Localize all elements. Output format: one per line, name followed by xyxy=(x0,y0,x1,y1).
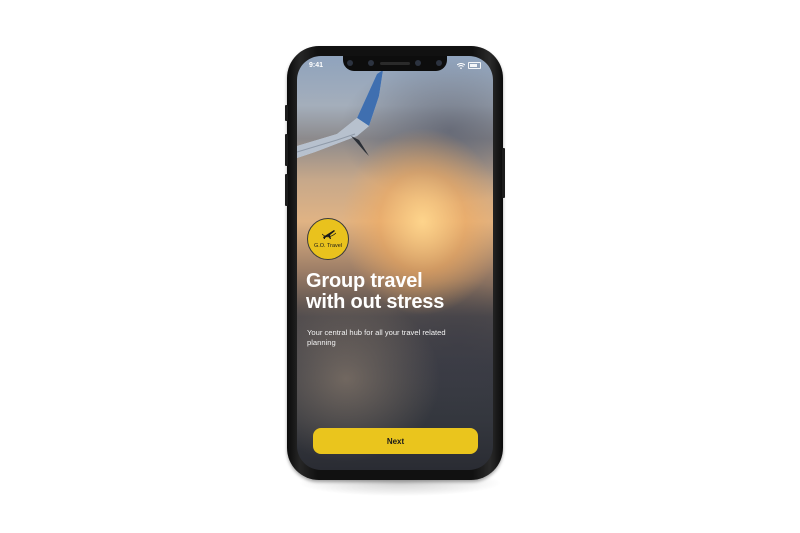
light-sensor xyxy=(368,60,374,66)
proximity-sensor xyxy=(347,60,353,66)
front-camera xyxy=(436,60,442,66)
app-screen: 9:41 G.O. Travel Group travel with out s… xyxy=(297,56,493,470)
onboarding-subtitle: Your central hub for all your travel rel… xyxy=(307,328,446,347)
status-time: 9:41 xyxy=(309,62,324,69)
airplane-icon xyxy=(322,230,336,239)
brand-logo: G.O. Travel xyxy=(307,218,349,260)
volume-up-button xyxy=(285,134,288,166)
headline-line-2: with out stress xyxy=(306,291,445,313)
flood-illuminator xyxy=(415,60,421,66)
volume-down-button xyxy=(285,174,288,206)
mockup-stage: 9:41 G.O. Travel Group travel with out s… xyxy=(0,0,800,533)
headline-line-1: Group travel xyxy=(306,270,423,292)
next-button[interactable]: Next xyxy=(313,428,478,454)
silent-switch xyxy=(285,105,288,121)
onboarding-headline: Group travel with out stress xyxy=(306,271,491,313)
status-icons xyxy=(457,62,481,69)
earpiece-speaker xyxy=(380,62,410,65)
power-button xyxy=(502,148,505,198)
airplane-wing-image xyxy=(297,70,383,158)
battery-icon xyxy=(468,62,481,69)
brand-name: G.O. Travel xyxy=(313,243,343,249)
wifi-icon xyxy=(457,62,465,69)
device-notch xyxy=(343,56,447,71)
